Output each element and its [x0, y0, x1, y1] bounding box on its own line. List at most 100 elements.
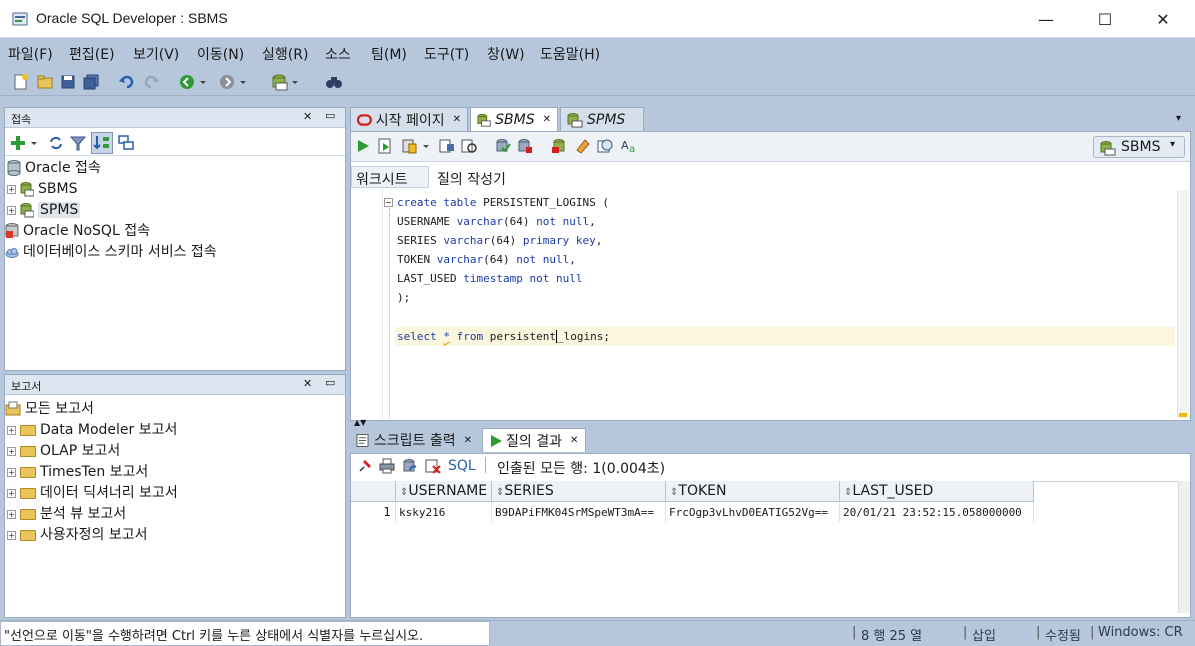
- to-upper-lower-icon[interactable]: Aa: [621, 138, 639, 154]
- close-button[interactable]: ✕: [1140, 0, 1186, 38]
- menu-help[interactable]: 도움말(H): [540, 44, 600, 64]
- cell-last-used[interactable]: 20/01/21 23:52:15.058000000: [840, 503, 1034, 522]
- expand-icon[interactable]: +: [7, 467, 16, 477]
- expand-icon[interactable]: +: [7, 446, 16, 456]
- close-icon[interactable]: ✕: [543, 114, 551, 125]
- sql-history-icon[interactable]: [597, 138, 613, 154]
- collapse-icon[interactable]: −: [384, 198, 393, 207]
- add-connection-dropdown-icon[interactable]: [29, 134, 39, 152]
- column-header-token[interactable]: ⇕TOKEN: [666, 481, 840, 502]
- code-line-2[interactable]: USERNAME varchar(64) not null,: [397, 212, 596, 231]
- expand-icon[interactable]: +: [7, 184, 16, 194]
- tab-spms[interactable]: SPMS: [560, 107, 644, 131]
- add-connection-icon[interactable]: [9, 134, 27, 152]
- code-line-8[interactable]: select * from persistent_logins;: [397, 327, 610, 346]
- autotrace-icon[interactable]: [401, 138, 417, 154]
- redo-icon[interactable]: [142, 73, 160, 91]
- run-statement-icon[interactable]: [355, 138, 371, 154]
- tree-connection-spms[interactable]: + SPMS: [7, 200, 81, 221]
- save-icon[interactable]: [59, 73, 77, 91]
- minimize-panel-icon[interactable]: ▭: [325, 376, 335, 389]
- close-icon[interactable]: ✕: [464, 435, 472, 446]
- tree-all-reports[interactable]: 모든 보고서: [5, 399, 94, 420]
- tab-query-result[interactable]: 질의 결과 ✕: [482, 428, 586, 452]
- connection-selector[interactable]: SBMS ▾: [1093, 136, 1185, 158]
- column-header-series[interactable]: ⇕SERIES: [492, 481, 666, 502]
- filter-icon[interactable]: [69, 134, 87, 152]
- sql-button[interactable]: SQL: [448, 458, 476, 474]
- code-line-1[interactable]: create table PERSISTENT_LOGINS (: [397, 193, 609, 212]
- expand-icon[interactable]: +: [7, 425, 16, 435]
- tab-sbms[interactable]: SBMS ✕: [470, 107, 558, 131]
- menu-edit[interactable]: 편집(E): [69, 44, 115, 64]
- code-line-3[interactable]: SERIES varchar(64) primary key,: [397, 231, 602, 250]
- clear-eraser-icon[interactable]: [575, 138, 591, 154]
- unshared-sql-icon[interactable]: [551, 138, 567, 154]
- menu-window[interactable]: 창(W): [487, 44, 525, 64]
- new-file-icon[interactable]: [12, 73, 30, 91]
- rollback-icon[interactable]: [517, 138, 533, 154]
- code-line-4[interactable]: TOKEN varchar(64) not null,: [397, 250, 576, 269]
- binoculars-icon[interactable]: [325, 73, 343, 91]
- expand-icon[interactable]: +: [7, 530, 16, 540]
- tree-report-user-defined[interactable]: + 사용자정의 보고서: [7, 525, 148, 546]
- column-header-username[interactable]: ⇕USERNAME: [396, 481, 492, 502]
- menu-source[interactable]: 소스: [325, 44, 351, 64]
- tree-report-timesten[interactable]: + TimesTen 보고서: [7, 462, 148, 483]
- refresh-icon[interactable]: [47, 134, 65, 152]
- minimize-button[interactable]: —: [1023, 0, 1069, 38]
- tree-schema-service-connections[interactable]: 데이터베이스 스키마 서비스 접속: [5, 242, 217, 263]
- expand-icon[interactable]: +: [7, 488, 16, 498]
- grouping-icon[interactable]: [117, 134, 135, 152]
- back-icon[interactable]: [178, 73, 196, 91]
- cancel-fetch-icon[interactable]: [425, 458, 441, 474]
- cell-token[interactable]: FrcOgp3vLhvD0EATIG52Vg==: [666, 503, 840, 522]
- tree-report-data-modeler[interactable]: + Data Modeler 보고서: [7, 420, 177, 441]
- result-vertical-scrollbar[interactable]: [1178, 481, 1190, 613]
- schema-browser-icon[interactable]: [91, 132, 113, 154]
- menu-run[interactable]: 실행(R): [262, 44, 308, 64]
- print-icon[interactable]: [379, 458, 395, 474]
- cell-username[interactable]: ksky216: [396, 503, 492, 522]
- explain-plan-icon[interactable]: [439, 138, 455, 154]
- commit-icon[interactable]: [495, 138, 511, 154]
- menu-tools[interactable]: 도구(T): [424, 44, 469, 64]
- close-icon[interactable]: ✕: [570, 435, 578, 446]
- undo-icon[interactable]: [118, 73, 136, 91]
- tab-query-builder[interactable]: 질의 작성기: [437, 169, 506, 189]
- close-icon[interactable]: ✕: [453, 114, 461, 125]
- column-header-last-used[interactable]: ⇕LAST_USED: [840, 481, 1034, 502]
- tab-start-page[interactable]: 시작 페이지 ✕: [350, 107, 468, 131]
- tree-oracle-connections[interactable]: Oracle 접속: [7, 158, 101, 179]
- tree-report-olap[interactable]: + OLAP 보고서: [7, 441, 120, 462]
- sql-tuning-icon[interactable]: [461, 138, 477, 154]
- open-folder-icon[interactable]: [36, 73, 54, 91]
- save-all-icon[interactable]: [82, 73, 100, 91]
- tab-script-output[interactable]: 스크립트 출력 ✕: [350, 428, 478, 452]
- tree-report-data-dictionary[interactable]: + 데이터 딕셔너리 보고서: [7, 483, 178, 504]
- minimize-panel-icon[interactable]: ▭: [325, 109, 335, 122]
- code-line-5[interactable]: LAST_USED timestamp not null: [397, 269, 582, 288]
- expand-icon[interactable]: +: [7, 205, 16, 215]
- run-script-icon[interactable]: [377, 138, 393, 154]
- warning-marker[interactable]: [1179, 413, 1187, 417]
- menu-team[interactable]: 팀(M): [371, 44, 407, 64]
- menu-file[interactable]: 파일(F): [8, 44, 53, 64]
- code-line-6[interactable]: );: [397, 288, 410, 307]
- sql-worksheet-dropdown-icon[interactable]: [290, 73, 300, 91]
- tree-report-analytic-view[interactable]: + 분석 뷰 보고서: [7, 504, 126, 525]
- tree-nosql-connections[interactable]: Oracle NoSQL 접속: [5, 221, 150, 242]
- forward-dropdown-icon[interactable]: [238, 73, 248, 91]
- autotrace-dropdown-icon[interactable]: [421, 138, 431, 154]
- tree-connection-sbms[interactable]: + SBMS: [7, 179, 77, 200]
- menu-view[interactable]: 보기(V): [133, 44, 179, 64]
- menu-navigate[interactable]: 이동(N): [197, 44, 244, 64]
- expand-icon[interactable]: +: [7, 509, 16, 519]
- pin-icon[interactable]: [357, 458, 373, 474]
- maximize-button[interactable]: ☐: [1082, 0, 1128, 38]
- close-icon[interactable]: ✕: [303, 377, 312, 390]
- forward-icon[interactable]: [218, 73, 236, 91]
- back-dropdown-icon[interactable]: [198, 73, 208, 91]
- splitter-arrows-icon[interactable]: ▲▼: [354, 419, 366, 427]
- tab-list-dropdown-icon[interactable]: ▾: [1176, 113, 1181, 124]
